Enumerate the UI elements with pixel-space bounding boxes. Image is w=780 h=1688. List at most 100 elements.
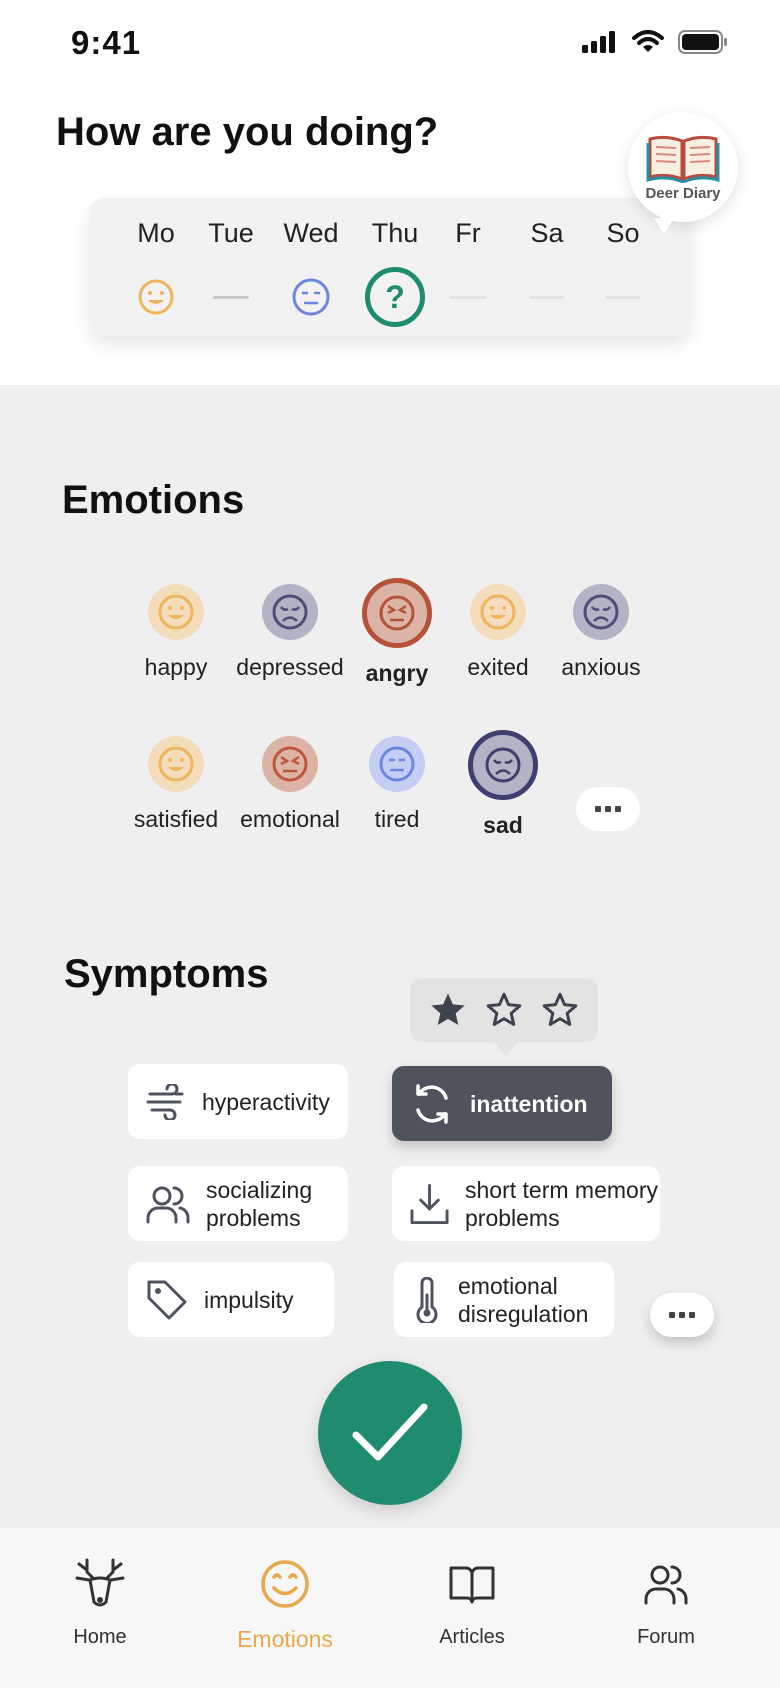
happy-face-icon xyxy=(121,274,191,320)
emotion-happy[interactable]: happy xyxy=(116,584,236,681)
status-time: 9:41 xyxy=(71,24,142,61)
day-mo[interactable]: Mo xyxy=(121,218,191,315)
neutral-face-icon xyxy=(369,736,425,792)
more-emotions-button[interactable] xyxy=(576,787,640,831)
deer-diary-label: Deer Diary xyxy=(645,184,721,202)
more-options-dot xyxy=(679,1312,685,1318)
empty-day-dash xyxy=(588,274,658,320)
day-so[interactable]: So xyxy=(588,218,658,299)
open-book-icon xyxy=(646,135,720,183)
nav-item-emotions[interactable]: Emotions xyxy=(210,1556,360,1653)
symptom-label: hyperactivity xyxy=(202,1088,330,1115)
nav-label: Forum xyxy=(637,1626,695,1648)
angry-face-icon xyxy=(262,736,318,792)
symptom-label: impulsity xyxy=(204,1286,294,1313)
empty-day-dash xyxy=(512,274,582,320)
symptom-impulsity[interactable]: impulsity xyxy=(128,1262,334,1337)
severity-rating xyxy=(410,978,598,1056)
emotion-sad[interactable]: sad xyxy=(443,730,563,839)
star-outline-icon[interactable] xyxy=(540,990,580,1030)
sad-face-icon xyxy=(262,584,318,640)
happy-face-icon xyxy=(470,584,526,640)
emotions-title: Emotions xyxy=(62,478,245,522)
question-mark-icon: ? xyxy=(365,267,425,327)
bottom-navigation: Home Emotions Articles Forum xyxy=(0,1528,780,1688)
nav-item-home[interactable]: Home xyxy=(25,1556,175,1649)
wind-icon xyxy=(146,1083,184,1120)
day-label: Wed xyxy=(283,218,339,248)
day-wed[interactable]: Wed xyxy=(276,218,346,316)
thermometer-icon xyxy=(416,1276,438,1323)
day-label: So xyxy=(606,218,640,248)
confirm-button[interactable] xyxy=(318,1361,462,1505)
users-icon xyxy=(591,1556,741,1612)
emotion-label: sad xyxy=(483,812,523,838)
today-marker: ? xyxy=(360,267,430,327)
nav-item-articles[interactable]: Articles xyxy=(397,1556,547,1649)
symptoms-title: Symptoms xyxy=(64,952,269,996)
happy-face-icon xyxy=(148,736,204,792)
deer-icon xyxy=(25,1556,175,1612)
sad-face-icon xyxy=(468,730,538,800)
emotion-label: emotional xyxy=(240,806,340,832)
day-label: Fr xyxy=(455,218,481,248)
symptom-short-term-memory-problems[interactable]: short term memory problems xyxy=(392,1166,660,1241)
empty-day-dash xyxy=(433,274,503,320)
emotion-emotional[interactable]: emotional xyxy=(230,736,350,833)
day-thu[interactable]: Thu ? xyxy=(360,218,430,327)
star-outline-icon[interactable] xyxy=(484,990,524,1030)
book-icon xyxy=(397,1556,547,1612)
checkmark-icon xyxy=(352,1403,428,1461)
nav-item-forum[interactable]: Forum xyxy=(591,1556,741,1649)
nav-label: Emotions xyxy=(237,1626,333,1652)
status-bar: 9:41 xyxy=(0,0,780,88)
page-title: How are you doing? xyxy=(56,110,439,154)
emotion-label: happy xyxy=(144,654,208,680)
emotion-label: satisfied xyxy=(133,806,219,832)
day-tue[interactable]: Tue xyxy=(196,218,266,299)
more-options-icon xyxy=(669,1312,675,1318)
status-icons xyxy=(582,30,728,54)
tag-icon xyxy=(147,1280,187,1319)
day-label: Tue xyxy=(208,218,254,248)
signal-icon xyxy=(582,31,615,53)
day-sa[interactable]: Sa xyxy=(512,218,582,299)
nav-label: Home xyxy=(73,1626,127,1648)
emotion-label: depressed xyxy=(236,654,344,680)
smile-icon xyxy=(210,1556,360,1612)
neutral-face-icon xyxy=(276,274,346,320)
refresh-icon xyxy=(416,1083,448,1124)
more-options-dot xyxy=(605,806,611,812)
nav-label: Articles xyxy=(439,1626,505,1648)
users-icon xyxy=(146,1186,190,1223)
more-options-dot xyxy=(689,1312,695,1318)
symptom-emotional-disregulation[interactable]: emotional disregulation xyxy=(394,1262,614,1337)
star-filled-icon[interactable] xyxy=(428,990,468,1030)
symptom-inattention[interactable]: inattention xyxy=(392,1066,612,1141)
week-overview: Mo Tue Wed Thu ? Fr Sa So xyxy=(90,198,690,336)
angry-face-icon xyxy=(362,578,432,648)
emotion-exited[interactable]: exited xyxy=(438,584,558,681)
symptom-label: socializing problems xyxy=(206,1176,313,1231)
emotion-label: exited xyxy=(467,654,529,680)
sad-face-icon xyxy=(573,584,629,640)
more-options-dot xyxy=(615,806,621,812)
emotion-anxious[interactable]: anxious xyxy=(541,584,661,681)
battery-icon xyxy=(678,30,727,54)
emotion-label: tired xyxy=(374,806,420,832)
symptom-label: emotional disregulation xyxy=(458,1272,589,1327)
deer-diary-button[interactable]: Deer Diary xyxy=(628,112,738,234)
more-symptoms-button[interactable] xyxy=(650,1293,714,1337)
empty-day-dash xyxy=(196,274,266,320)
emotion-satisfied[interactable]: satisfied xyxy=(116,736,236,833)
symptom-label: inattention xyxy=(470,1090,588,1117)
symptom-hyperactivity[interactable]: hyperactivity xyxy=(128,1064,348,1139)
day-fr[interactable]: Fr xyxy=(433,218,503,299)
symptom-label: short term memory problems xyxy=(465,1176,658,1231)
download-icon xyxy=(410,1183,449,1224)
emotion-tired[interactable]: tired xyxy=(337,736,457,833)
day-label: Thu xyxy=(371,218,419,248)
emotion-depressed[interactable]: depressed xyxy=(230,584,350,681)
day-label: Sa xyxy=(530,218,564,248)
symptom-socializing-problems[interactable]: socializing problems xyxy=(128,1166,348,1241)
